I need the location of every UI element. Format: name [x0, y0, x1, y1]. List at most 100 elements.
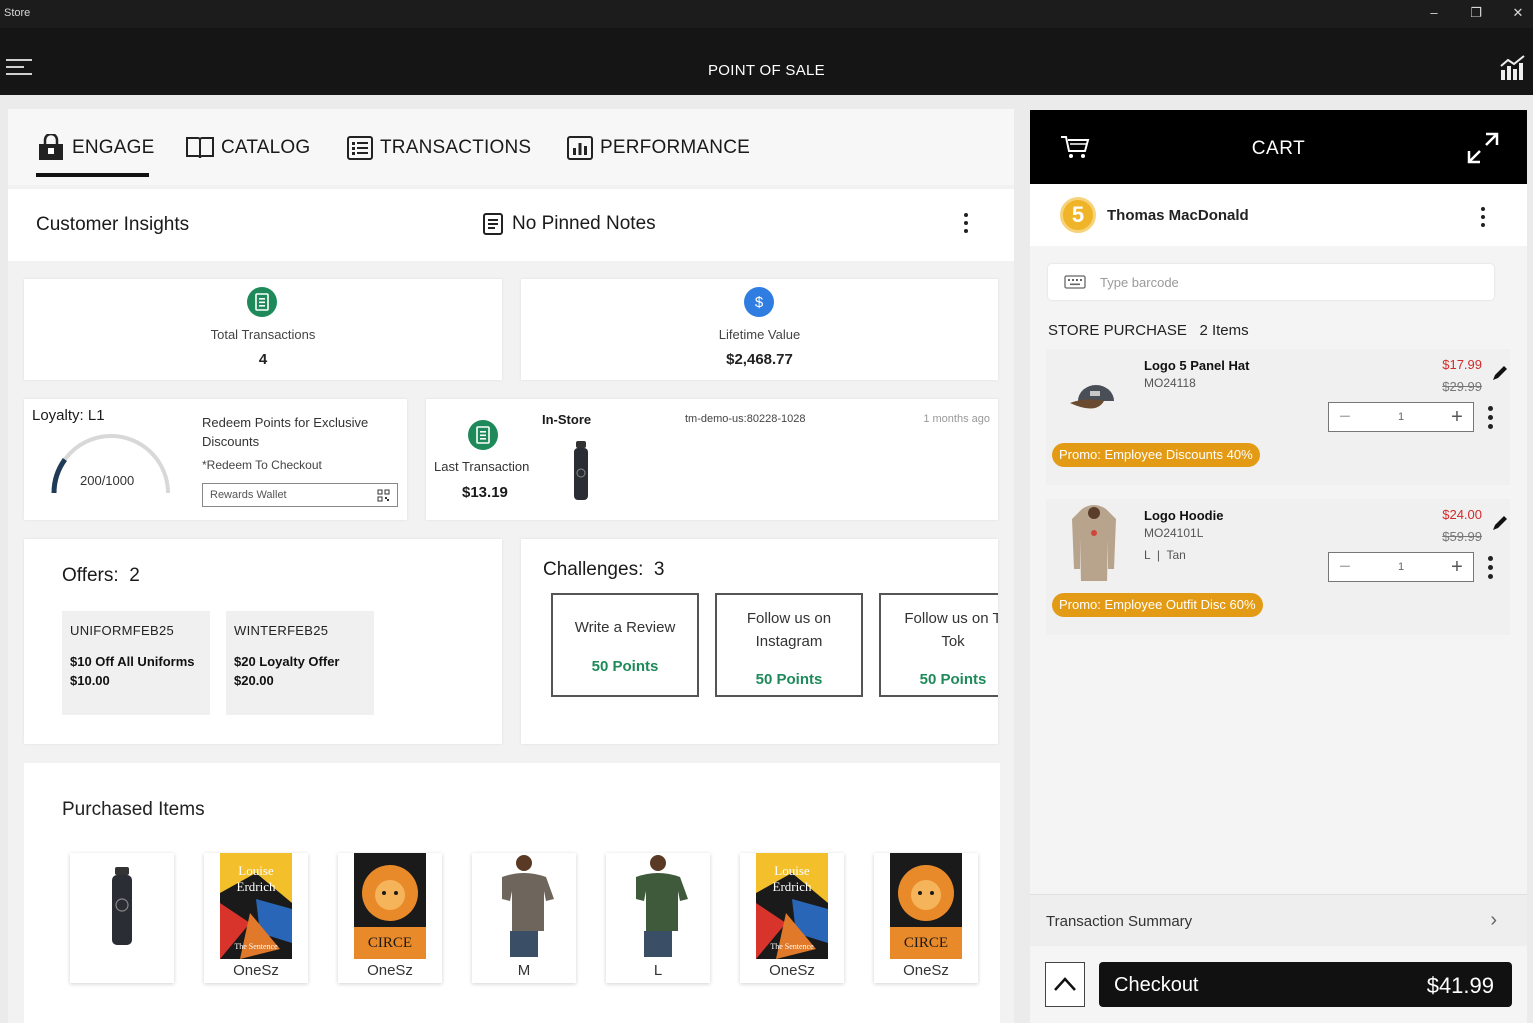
- total-transactions-value: 4: [258, 351, 268, 368]
- rewards-wallet-field[interactable]: Rewards Wallet: [202, 483, 398, 507]
- svg-text:The Sentence: The Sentence: [770, 942, 814, 951]
- total-transactions-card: Total Transactions 4: [24, 279, 502, 380]
- purchased-item[interactable]: [70, 853, 174, 983]
- purchased-item-image: CIRCE: [354, 853, 426, 959]
- bottle-product-image: [574, 441, 588, 500]
- transaction-channel: In-Store: [542, 412, 592, 427]
- purchased-item[interactable]: The Sentence Louise Erdrich OneSz: [204, 853, 308, 983]
- purchased-item-size: OneSz: [903, 962, 949, 979]
- tab-transactions[interactable]: TRANSACTIONS: [346, 133, 531, 163]
- purchased-item-image: The Sentence Louise Erdrich: [756, 853, 828, 959]
- book-icon: [186, 137, 214, 159]
- item-more-icon[interactable]: [1487, 556, 1493, 583]
- purchased-item-size: L: [653, 962, 663, 979]
- item-name: Logo 5 Panel Hat: [1144, 358, 1250, 373]
- purchased-items-title: Purchased Items: [62, 799, 205, 820]
- bar-chart-icon: [567, 136, 593, 160]
- active-tab-indicator: [36, 173, 149, 177]
- insights-more-icon[interactable]: [963, 213, 969, 237]
- challenge-name-line2: Tok: [941, 633, 965, 650]
- tab-performance[interactable]: PERFORMANCE: [566, 133, 750, 163]
- app-header: POINT OF SALE: [0, 28, 1533, 95]
- tab-catalog[interactable]: CATALOG: [185, 133, 310, 163]
- dollar-icon: $: [744, 287, 774, 317]
- challenge-name: Follow us on: [746, 610, 832, 627]
- offer-code: WINTERFEB25: [234, 623, 329, 638]
- last-transaction-amount: $13.19: [462, 484, 508, 501]
- receipt-icon: [468, 420, 498, 450]
- item-more-icon[interactable]: [1487, 406, 1493, 433]
- transaction-summary-row[interactable]: Transaction Summary ›: [1030, 894, 1527, 946]
- offer-item[interactable]: WINTERFEB25 $20 Loyalty Offer $20.00: [226, 611, 374, 715]
- purchased-item[interactable]: M: [472, 853, 576, 983]
- quantity-stepper[interactable]: − 1 +: [1328, 402, 1474, 432]
- barcode-placeholder: Type barcode: [1100, 275, 1179, 290]
- chevron-right-icon: ›: [1490, 909, 1497, 931]
- note-icon: [483, 213, 503, 235]
- expand-icon[interactable]: [1467, 132, 1499, 164]
- purchased-item[interactable]: L: [606, 853, 710, 983]
- challenge-item[interactable]: Write a Review 50 Points: [551, 593, 699, 697]
- receipt-icon: [247, 287, 277, 317]
- checkout-amount: $41.99: [1426, 973, 1494, 998]
- challenge-points: 50 Points: [919, 671, 987, 688]
- last-transaction-card[interactable]: Last Transaction $13.19 In-Store tm-demo…: [426, 399, 998, 520]
- challenges-card: Challenges: 3 Write a Review 50 Points F…: [521, 539, 998, 744]
- analytics-chart-icon[interactable]: [1499, 54, 1527, 82]
- svg-text:Louise: Louise: [238, 863, 274, 878]
- offer-item[interactable]: UNIFORMFEB25 $10 Off All Uniforms $10.00: [62, 611, 210, 715]
- purchased-item-image: [86, 853, 158, 959]
- total-transactions-label: Total Transactions: [210, 327, 316, 342]
- customer-row[interactable]: 5 Thomas MacDonald: [1030, 184, 1527, 246]
- cart-panel: CART 5 Thomas MacDonald Type barcode STO…: [1030, 110, 1527, 1023]
- tab-engage[interactable]: ENGAGE: [36, 133, 155, 163]
- challenge-item[interactable]: Follow us on T Tok 50 Points: [879, 593, 998, 697]
- store-purchase-title: STORE PURCHASE 2 Items: [1048, 322, 1249, 339]
- offers-card: Offers: 2 UNIFORMFEB25 $10 Off All Unifo…: [24, 539, 502, 744]
- checkout-bar: Checkout $41.99: [1030, 946, 1527, 1023]
- edit-icon[interactable]: [1490, 513, 1510, 533]
- purchased-items-section: Purchased Items The Sentence Louise Erdric…: [24, 763, 1000, 1023]
- purchased-item[interactable]: CIRCE OneSz: [338, 853, 442, 983]
- barcode-input[interactable]: Type barcode: [1048, 264, 1494, 300]
- offer-amount: $10.00: [70, 673, 110, 688]
- cart-header: CART: [1030, 110, 1527, 184]
- minimize-button[interactable]: –: [1419, 3, 1449, 23]
- tab-bar: ENGAGE CATALOG TRANSACTIONS PERFORMANCE: [8, 109, 1014, 185]
- rewards-wallet-label: Rewards Wallet: [210, 489, 287, 501]
- increase-quantity-button[interactable]: +: [1443, 556, 1471, 579]
- offers-label: Offers:: [62, 565, 119, 586]
- tab-catalog-label: CATALOG: [221, 137, 311, 158]
- challenge-points: 50 Points: [755, 671, 823, 688]
- qr-code-icon[interactable]: [377, 489, 390, 502]
- svg-text:CIRCE: CIRCE: [368, 935, 412, 951]
- svg-text:Erdrich: Erdrich: [773, 879, 812, 894]
- lifetime-value-card: $ Lifetime Value $2,468.77: [521, 279, 998, 380]
- expand-summary-button[interactable]: [1045, 962, 1085, 1007]
- customer-name: Thomas MacDonald: [1107, 207, 1249, 224]
- close-button[interactable]: ✕: [1503, 3, 1533, 23]
- challenge-item[interactable]: Follow us on Instagram 50 Points: [715, 593, 863, 697]
- tab-performance-label: PERFORMANCE: [600, 137, 750, 158]
- promo-badge: Promo: Employee Discounts 40%: [1052, 443, 1260, 467]
- hoodie-product-image: [1072, 505, 1116, 581]
- purchased-item-size: OneSz: [233, 962, 279, 979]
- purchased-item[interactable]: CIRCE OneSz: [874, 853, 978, 983]
- purchased-item[interactable]: The Sentence Louise Erdrich OneSz: [740, 853, 844, 983]
- window-title: Store: [4, 7, 31, 19]
- restore-button[interactable]: ❐: [1461, 3, 1491, 23]
- offers-count: 2: [129, 565, 140, 586]
- offer-amount: $20.00: [234, 673, 274, 688]
- item-name: Logo Hoodie: [1144, 508, 1224, 523]
- cart-line-item[interactable]: Logo 5 Panel Hat MO24118 $17.99 $29.99 −…: [1046, 349, 1510, 485]
- customer-insights-title: Customer Insights: [36, 214, 190, 235]
- edit-icon[interactable]: [1490, 363, 1510, 383]
- item-variant: L | Tan: [1144, 548, 1186, 562]
- quantity-stepper[interactable]: − 1 +: [1328, 552, 1474, 582]
- customer-more-icon[interactable]: [1480, 207, 1486, 231]
- checkout-button[interactable]: Checkout $41.99: [1099, 962, 1512, 1007]
- cart-line-item[interactable]: Logo Hoodie MO24101L L | Tan $24.00 $59.…: [1046, 499, 1510, 635]
- tab-transactions-label: TRANSACTIONS: [380, 137, 532, 158]
- pinned-notes[interactable]: No Pinned Notes: [482, 212, 656, 236]
- increase-quantity-button[interactable]: +: [1443, 406, 1471, 429]
